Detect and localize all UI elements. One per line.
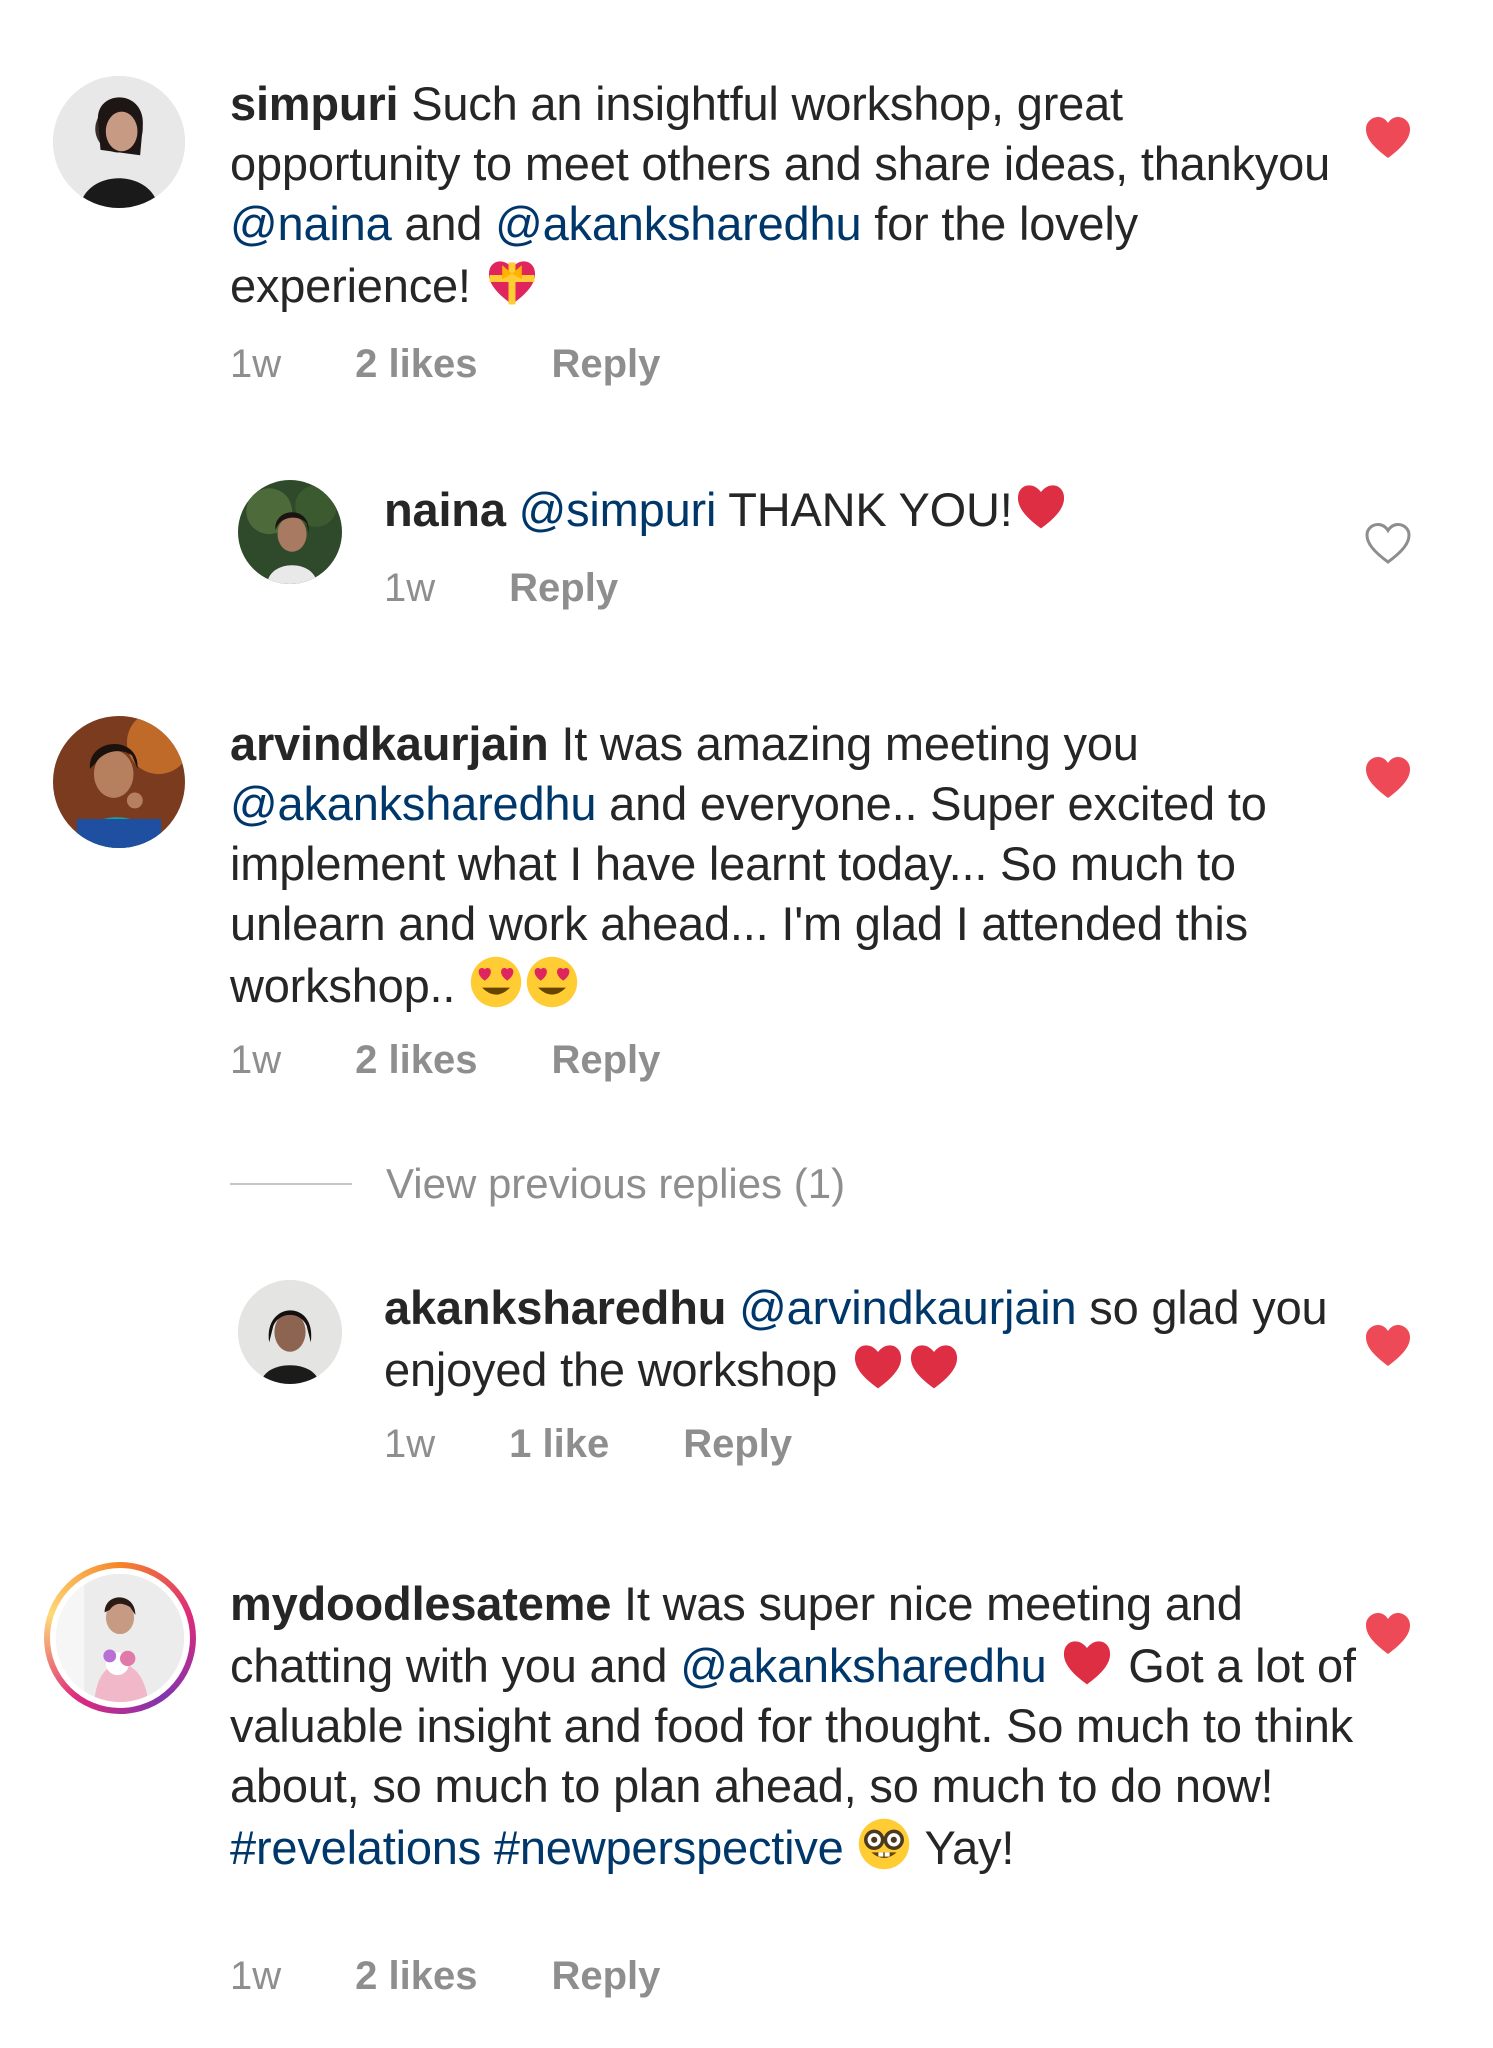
- reply-button[interactable]: Reply: [551, 1036, 660, 1084]
- comment-username[interactable]: simpuri: [230, 77, 399, 130]
- mention-link[interactable]: @simpuri: [519, 483, 717, 536]
- comment-text: akanksharedhu @arvindkaurjain so glad yo…: [384, 1278, 1344, 1400]
- reply-button[interactable]: Reply: [509, 564, 618, 612]
- red-heart-emoji: [1013, 478, 1069, 534]
- comment-time: 1w: [230, 1954, 282, 1998]
- like-heart-icon[interactable]: [1364, 1324, 1412, 1368]
- reply-button[interactable]: Reply: [551, 340, 660, 388]
- avatar[interactable]: [53, 716, 185, 848]
- hashtag-link[interactable]: #revelations: [230, 1821, 481, 1874]
- view-previous-replies[interactable]: View previous replies (1): [230, 1160, 845, 1208]
- heart-eyes-emoji: [468, 954, 524, 1010]
- comment-meta: 1w 2 likes Reply: [230, 1036, 660, 1084]
- red-heart-emoji: [850, 1338, 906, 1394]
- mention-link[interactable]: @akanksharedhu: [680, 1639, 1047, 1692]
- red-heart-emoji: [906, 1338, 962, 1394]
- like-heart-outline-icon[interactable]: [1364, 522, 1412, 566]
- comment-time: 1w: [384, 566, 436, 610]
- comment-body: [844, 1821, 857, 1874]
- likes-count[interactable]: 2 likes: [355, 340, 477, 388]
- comment-meta: 1w 1 like Reply: [384, 1420, 792, 1468]
- mention-link[interactable]: @naina: [230, 197, 392, 250]
- mention-link[interactable]: @akanksharedhu: [495, 197, 862, 250]
- avatar[interactable]: [238, 1280, 342, 1384]
- comment-body: THANK YOU!: [716, 483, 1013, 536]
- comment-body: [481, 1821, 494, 1874]
- mention-link[interactable]: @arvindkaurjain: [739, 1281, 1077, 1334]
- divider-line: [230, 1183, 352, 1185]
- comment-username[interactable]: arvindkaurjain: [230, 717, 549, 770]
- red-heart-emoji: [1059, 1634, 1115, 1690]
- like-heart-icon[interactable]: [1364, 1612, 1412, 1656]
- comment-meta: 1w 2 likes Reply: [230, 340, 660, 388]
- comment-body: Yay!: [912, 1821, 1015, 1874]
- heart-eyes-emoji: [524, 954, 580, 1010]
- comment-username[interactable]: naina: [384, 483, 506, 536]
- avatar[interactable]: [238, 480, 342, 584]
- reply-button[interactable]: Reply: [551, 1952, 660, 2000]
- like-heart-icon[interactable]: [1364, 756, 1412, 800]
- comment-text: simpuri Such an insightful workshop, gre…: [230, 74, 1360, 316]
- comment-time: 1w: [230, 342, 282, 386]
- view-previous-replies-label[interactable]: View previous replies (1): [386, 1160, 845, 1208]
- like-heart-icon[interactable]: [1364, 116, 1412, 160]
- comment-time: 1w: [230, 1038, 282, 1082]
- comment-text: naina @simpuri THANK YOU!: [384, 478, 1344, 540]
- likes-count[interactable]: 1 like: [509, 1420, 609, 1468]
- reply-button[interactable]: Reply: [683, 1420, 792, 1468]
- avatar[interactable]: [56, 1574, 184, 1702]
- comment-meta: 1w Reply: [384, 564, 618, 612]
- hashtag-link[interactable]: #newperspective: [494, 1821, 844, 1874]
- avatar[interactable]: [53, 76, 185, 208]
- comment-text: arvindkaurjain It was amazing meeting yo…: [230, 714, 1360, 1016]
- mention-link[interactable]: @akanksharedhu: [230, 777, 597, 830]
- comment-body: It was amazing meeting you: [561, 717, 1139, 770]
- story-ring[interactable]: [44, 1562, 196, 1714]
- likes-count[interactable]: 2 likes: [355, 1036, 477, 1084]
- comment-time: 1w: [384, 1422, 436, 1466]
- comment-body: [1047, 1639, 1060, 1692]
- comment-username[interactable]: akanksharedhu: [384, 1281, 726, 1334]
- comment-meta: 1w 2 likes Reply: [230, 1952, 660, 2000]
- comment-username[interactable]: mydoodlesateme: [230, 1577, 611, 1630]
- comment-text: mydoodlesateme It was super nice meeting…: [230, 1574, 1360, 1878]
- comment-body: and: [391, 197, 496, 250]
- likes-count[interactable]: 2 likes: [355, 1952, 477, 2000]
- nerd-face-emoji: [856, 1816, 912, 1872]
- heart-with-ribbon-emoji: [484, 254, 540, 310]
